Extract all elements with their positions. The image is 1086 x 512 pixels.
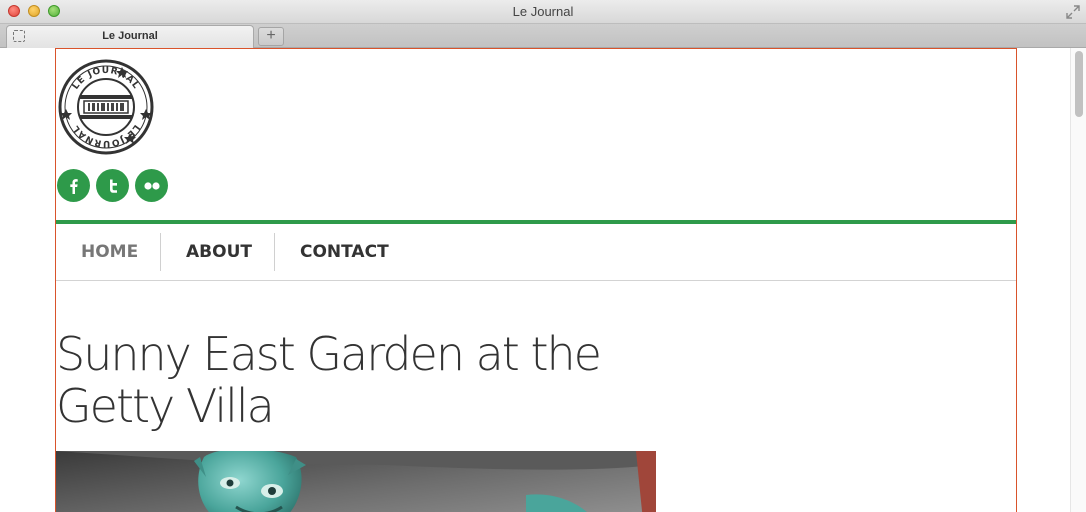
nav-item-home[interactable]: HOME	[81, 224, 138, 280]
nav-item-contact[interactable]: CONTACT	[300, 224, 389, 280]
le-journal-logo[interactable]: LE JOURNAL LE JOURNAL	[58, 59, 154, 155]
new-tab-button[interactable]: +	[258, 27, 284, 46]
main-navigation: HOME ABOUT CONTACT	[56, 224, 1016, 281]
nav-separator	[274, 233, 275, 271]
flickr-icon	[143, 181, 160, 190]
post-image[interactable]	[56, 451, 656, 512]
tab-le-journal[interactable]: Le Journal	[6, 25, 254, 48]
fullscreen-icon[interactable]	[1066, 5, 1080, 19]
scrollbar-thumb[interactable]	[1075, 51, 1083, 117]
window-title: Le Journal	[512, 4, 574, 19]
twitter-icon	[109, 179, 117, 193]
social-links	[57, 169, 168, 202]
post-title[interactable]: Sunny East Garden at the Getty Villa	[56, 328, 616, 432]
page-container: LE JOURNAL LE JOURNAL	[55, 48, 1017, 512]
browser-viewport: LE JOURNAL LE JOURNAL	[0, 48, 1070, 512]
nav-item-about[interactable]: ABOUT	[186, 224, 252, 280]
nav-separator	[160, 233, 161, 271]
tab-bar: Le Journal +	[0, 24, 1086, 48]
tab-label: Le Journal	[102, 30, 158, 42]
facebook-button[interactable]	[57, 169, 90, 202]
facebook-icon	[69, 178, 78, 194]
vertical-scrollbar[interactable]	[1070, 48, 1086, 512]
flickr-button[interactable]	[135, 169, 168, 202]
twitter-button[interactable]	[96, 169, 129, 202]
window-titlebar: Le Journal	[0, 0, 1086, 24]
